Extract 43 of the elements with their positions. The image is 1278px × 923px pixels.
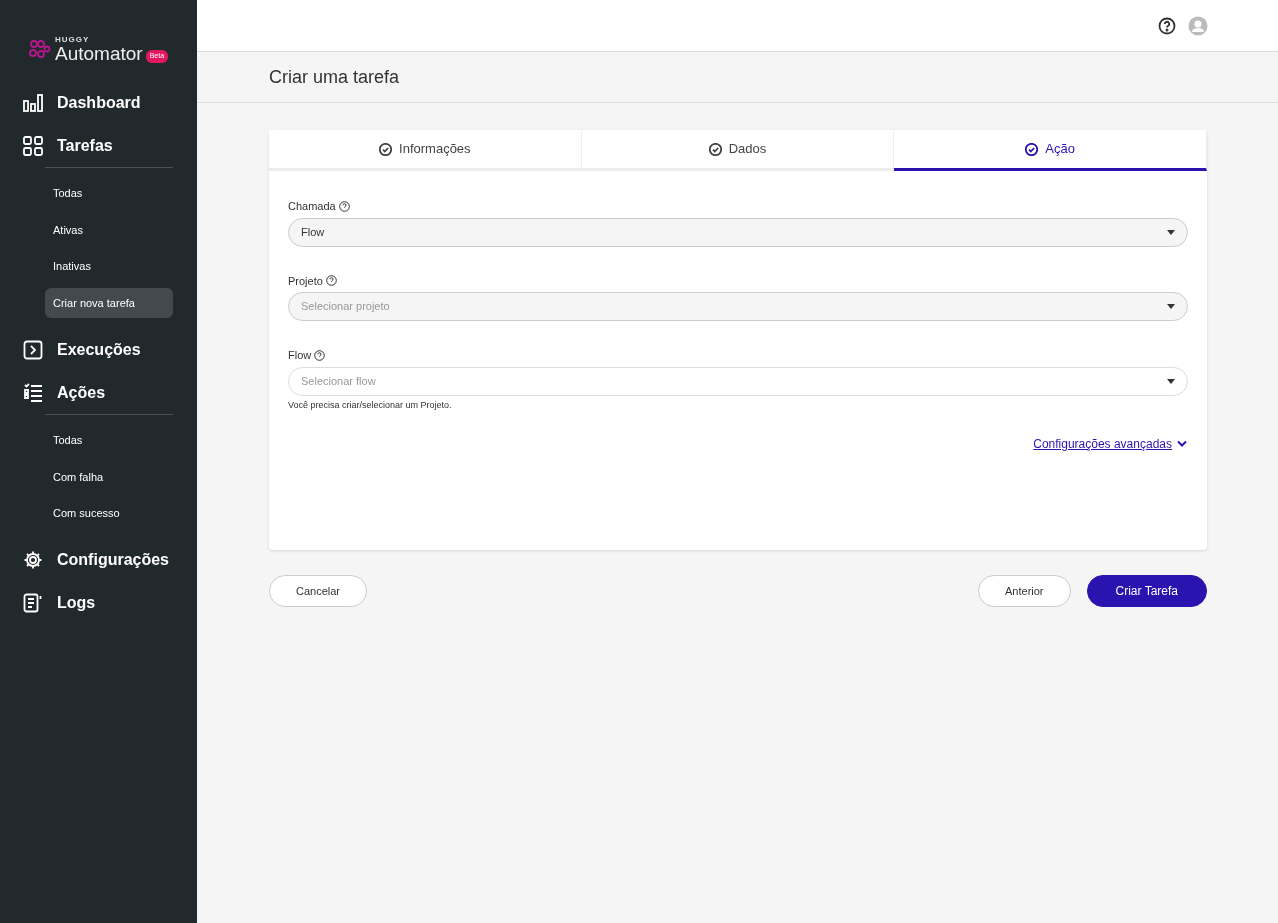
select-field[interactable]: Flow xyxy=(288,217,1188,247)
sidebar-item[interactable]: Configurações xyxy=(57,548,169,572)
step-tab[interactable]: Dados xyxy=(581,130,895,171)
sidebar-subitem[interactable]: Inativas xyxy=(45,251,173,282)
chevron-square-icon xyxy=(23,339,43,360)
avatar-icon xyxy=(1188,15,1208,36)
previous-button[interactable]: Anterior xyxy=(978,575,1071,607)
sidebar-subitem[interactable]: Com sucesso xyxy=(45,498,173,529)
advanced-settings-link[interactable]: Configurações avançadas xyxy=(1033,435,1172,453)
sidebar-subitem[interactable]: Com falha xyxy=(45,461,173,492)
caret-down-icon xyxy=(1167,229,1175,235)
chevron-down-icon xyxy=(1176,440,1188,448)
field-label: Projeto xyxy=(288,273,323,289)
create-task-button[interactable]: Criar Tarefa xyxy=(1086,575,1207,607)
sidebar-subitem[interactable]: Todas xyxy=(45,178,173,209)
page-title: Criar uma tarefa xyxy=(269,65,400,89)
help-icon xyxy=(314,349,326,361)
sidebar-subitem[interactable]: Criar nova tarefa xyxy=(45,287,173,318)
list-icon xyxy=(23,382,43,403)
bar-chart-icon xyxy=(23,92,43,113)
sidebar-item[interactable]: Execuções xyxy=(57,337,141,362)
caret-down-icon xyxy=(1167,304,1175,309)
logo-text: Automator xyxy=(55,44,143,63)
sidebar-item[interactable]: Ações xyxy=(57,380,106,405)
gear-icon xyxy=(23,550,43,570)
cancel-button[interactable]: Cancelar xyxy=(269,575,368,607)
sidebar-item[interactable]: Tarefas xyxy=(57,133,113,158)
sidebar-subitem[interactable]: Ativas xyxy=(45,214,173,245)
help-icon xyxy=(1158,16,1176,35)
help-icon xyxy=(338,200,350,212)
sidebar-item[interactable]: Dashboard xyxy=(57,90,141,115)
caret-down-icon xyxy=(1167,378,1175,384)
sidebar-subitem[interactable]: Todas xyxy=(45,425,173,456)
field-label: Chamada xyxy=(288,199,336,214)
help-icon xyxy=(325,275,337,287)
step-tab[interactable]: Informações xyxy=(269,130,582,171)
step-tab[interactable]: Ação xyxy=(894,130,1207,171)
field-label: Flow xyxy=(288,348,312,363)
document-icon xyxy=(23,593,43,613)
grid-icon xyxy=(23,135,43,156)
sidebar-item[interactable]: Logs xyxy=(57,591,96,615)
field-hint: Você precisa criar/selecionar um Projeto. xyxy=(288,398,453,412)
logo-brand-text: HUGGY xyxy=(55,36,91,44)
